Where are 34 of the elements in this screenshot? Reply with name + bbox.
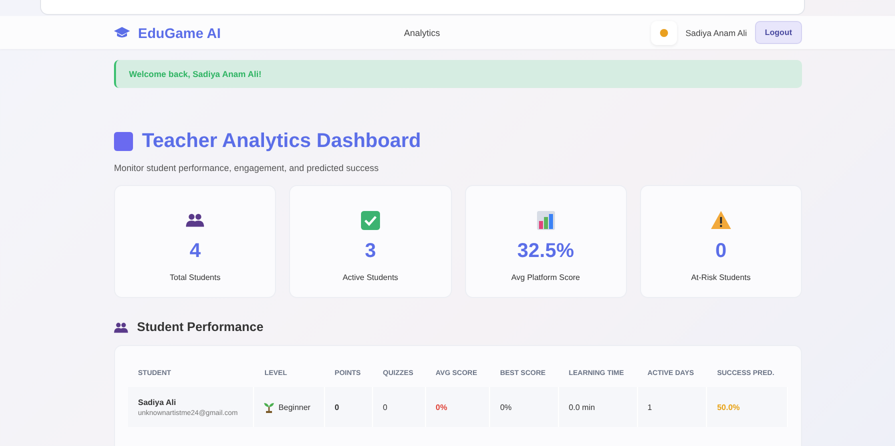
brand-name[interactable]: EduGame AI xyxy=(138,24,221,40)
stat-label: Active Students xyxy=(342,273,398,282)
stat-value: 32.5% xyxy=(517,240,574,263)
table-cell: 0% xyxy=(426,387,490,427)
stat-label: Avg Platform Score xyxy=(511,273,580,282)
student-name: Sadiya Ali xyxy=(138,398,177,406)
table-cell: 0 xyxy=(324,387,373,427)
section-title: Student Performance xyxy=(137,320,264,334)
logout-button[interactable]: Logout xyxy=(754,21,802,44)
bar-chart-icon xyxy=(536,210,555,230)
sun-icon xyxy=(660,28,668,36)
table-cell: 0.0 min xyxy=(558,387,638,427)
welcome-alert: Welcome back, Sadiya Anam Ali! xyxy=(114,60,802,88)
checkbox-icon xyxy=(360,210,380,230)
table-cell: 0 xyxy=(372,387,426,427)
stat-value: 4 xyxy=(190,240,201,263)
people-icon xyxy=(114,322,128,332)
user-name: Sadiya Anam Ali xyxy=(685,28,747,38)
level-text: Beginner xyxy=(278,402,310,412)
stat-value: 3 xyxy=(364,240,376,263)
page-subtitle: Monitor student performance, engagement, and predicted success xyxy=(114,163,380,173)
graduation-cap-icon xyxy=(114,26,130,38)
page-title: Teacher Analytics Dashboard xyxy=(142,130,421,153)
square-icon xyxy=(114,132,133,151)
warning-icon xyxy=(710,210,731,230)
stat-value: 0 xyxy=(715,240,726,263)
sprout-icon xyxy=(264,402,274,412)
table-cell: 1 xyxy=(638,387,708,427)
table-cell: 50.0% xyxy=(707,387,788,427)
stat-label: At-Risk Students xyxy=(691,273,751,282)
nav-link[interactable]: Analytics xyxy=(404,28,440,38)
stat-label: Total Students xyxy=(170,273,220,282)
theme-toggle[interactable] xyxy=(651,20,678,44)
table-cell: 0% xyxy=(490,387,559,427)
